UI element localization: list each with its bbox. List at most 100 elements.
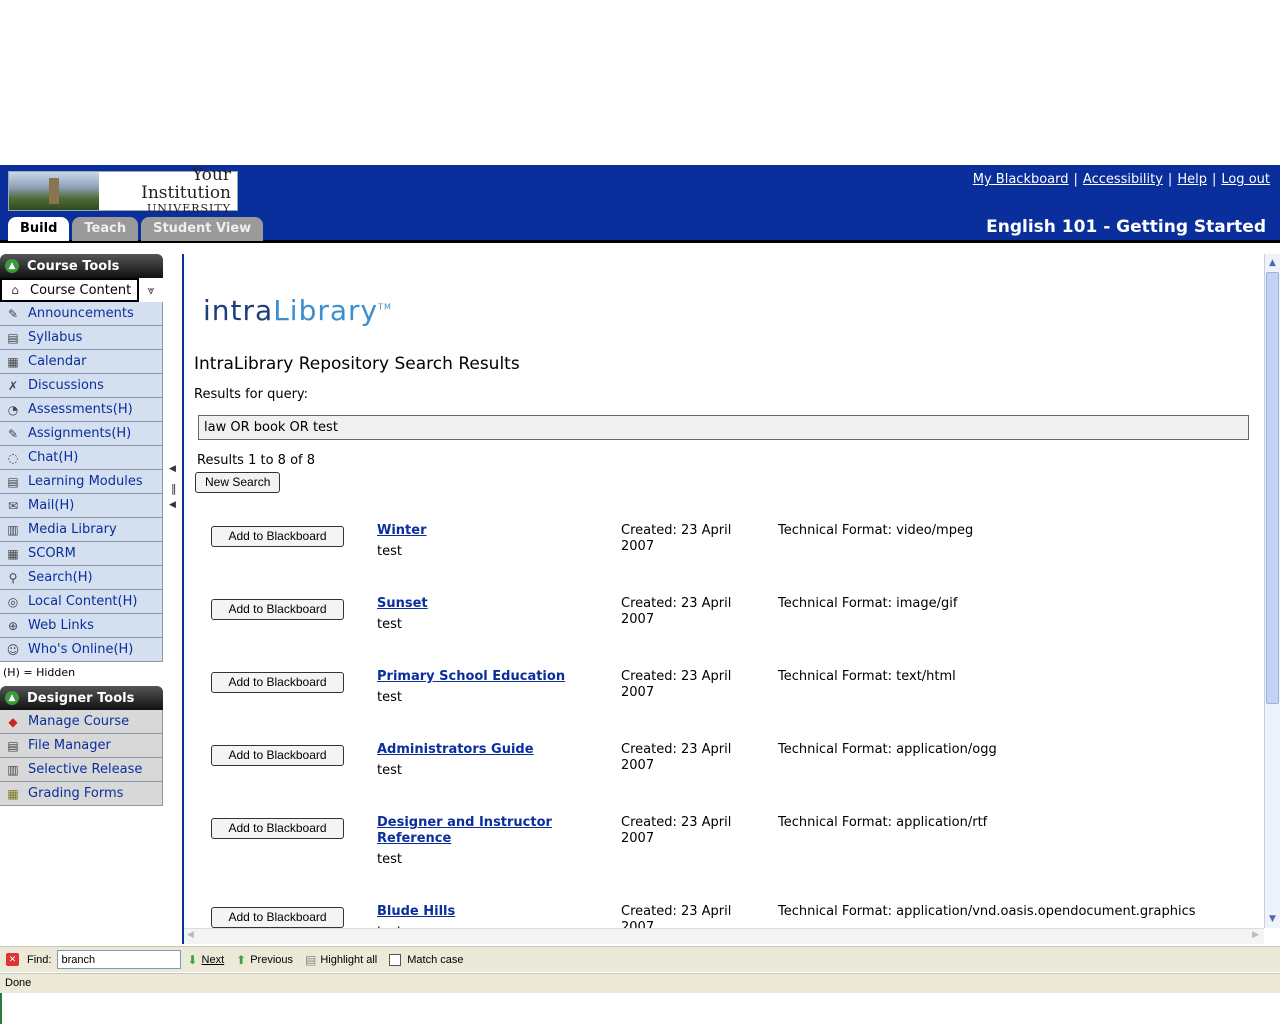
result-technical-format: Technical Format: application/rtf [778,815,988,830]
result-created-date: Created: 23 April 2007 [621,596,732,627]
blank-area [0,0,1280,165]
tab-build[interactable]: Build [8,217,70,241]
sidebar-item-label: Assessments(H) [28,402,133,417]
result-technical-format: Technical Format: video/mpeg [778,523,974,538]
course-tools-header[interactable]: ▲ Course Tools [0,254,163,278]
checkbox-box[interactable] [389,953,402,966]
add-to-blackboard-button[interactable]: Add to Blackboard [211,599,344,620]
highlight-all-button[interactable]: ▤ Highlight all [305,953,377,967]
taskbar-edge [0,993,2,1024]
tab-student-view[interactable]: Student View [141,217,264,241]
collapse-left-icon[interactable]: ◀ [169,500,176,510]
vertical-scrollbar[interactable]: ▲ ▼ [1264,254,1280,928]
manage-icon: ◆ [8,714,18,729]
assessment-icon: ◔ [7,402,19,417]
result-title-link[interactable]: Primary School Education [377,669,587,685]
tab-teach[interactable]: Teach [72,217,139,241]
accessibility-link[interactable]: Accessibility [1083,172,1163,187]
new-search-button[interactable]: New Search [195,472,281,493]
logo-part-intra: intra [203,294,274,327]
designer-tools-header[interactable]: ▲ Designer Tools [0,686,163,710]
collapse-up-icon[interactable]: ▲ [5,691,19,705]
sidebar-item-label: SCORM [28,546,76,561]
result-count: Results 1 to 8 of 8 [197,453,315,468]
match-case-checkbox[interactable]: Match case [389,953,464,966]
sidebar-item-who-s-online[interactable]: ☺ Who's Online(H) [0,638,163,662]
designer-tools-list: ◆ Manage Course ▤ File Manager ▥ Selective Re… [0,710,163,806]
sidebar-item-local-content[interactable]: ◎ Local Content(H) [0,590,163,614]
sidebar-item-discussions[interactable]: ✗ Discussions [0,374,163,398]
sidebar-item-label: Announcements [28,306,134,321]
scroll-down-icon[interactable]: ▼ [1266,912,1279,926]
collapse-menu-icon[interactable]: ⩔ [139,278,163,302]
sidebar-item-media-library[interactable]: ▥ Media Library [0,518,163,542]
sidebar-item-label: Assignments(H) [28,426,132,441]
sidebar-item-label: Local Content(H) [28,594,138,609]
sidebar-item-web-links[interactable]: ⊕ Web Links [0,614,163,638]
highlight-all-label: Highlight all [320,953,378,966]
sidebar-item-mail[interactable]: ✉ Mail(H) [0,494,163,518]
add-to-blackboard-button[interactable]: Add to Blackboard [211,745,344,766]
sidebar-item-course-content[interactable]: ⌂ Course Content [0,278,139,302]
assignment-icon: ✎ [7,426,19,441]
sidebar-item-announcements[interactable]: ✎ Announcements [0,302,163,326]
collapse-left-icon[interactable]: ◀ [169,464,176,474]
logo-line2: UNIVERSITY [147,202,231,215]
sidebar-item-grading-forms[interactable]: ▦ Grading Forms [0,782,163,806]
sidebar-item-label: Web Links [28,618,94,633]
sidebar-item-assessments[interactable]: ◔ Assessments(H) [0,398,163,422]
find-next-button[interactable]: ⬇ Next [187,953,224,967]
course-tools-title: Course Tools [27,258,120,274]
collapse-up-icon[interactable]: ▲ [5,259,19,273]
calendar-icon: ▦ [7,354,19,369]
scroll-right-icon[interactable]: ▶ [1252,930,1259,940]
designer-tools-title: Designer Tools [27,690,135,706]
sidebar-divider[interactable]: ◀ ‖ ◀ [163,254,183,944]
sidebar-item-learning-modules[interactable]: ▤ Learning Modules [0,470,163,494]
logout-link[interactable]: Log out [1221,172,1270,187]
find-bar: ✕ Find: ⬇Next ⬆Previous ▤Highlight all M… [0,946,1280,972]
sidebar-item-file-manager[interactable]: ▤ File Manager [0,734,163,758]
sidebar-item-syllabus[interactable]: ▤ Syllabus [0,326,163,350]
sidebar-item-label: Calendar [28,354,87,369]
sidebar-item-chat[interactable]: ◌ Chat(H) [0,446,163,470]
logo-part-library: Library [273,294,379,327]
top-links: My Blackboard | Accessibility | Help | Log out [973,172,1270,187]
sidebar-item-manage-course[interactable]: ◆ Manage Course [0,710,163,734]
result-created-date: Created: 23 April 2007 [621,669,732,700]
my-blackboard-link[interactable]: My Blackboard [973,172,1069,187]
result-title-link[interactable]: Sunset [377,596,587,612]
result-created-date: Created: 23 April 2007 [621,742,732,773]
add-to-blackboard-button[interactable]: Add to Blackboard [211,526,344,547]
help-link[interactable]: Help [1177,172,1207,187]
sidebar-item-calendar[interactable]: ▦ Calendar [0,350,163,374]
result-title-link[interactable]: Winter [377,523,587,539]
release-icon: ▥ [7,762,19,777]
add-to-blackboard-button[interactable]: Add to Blackboard [211,907,344,928]
sidebar-item-search[interactable]: ⚲ Search(H) [0,566,163,590]
close-find-icon[interactable]: ✕ [6,953,19,966]
result-title-link[interactable]: Designer and Instructor Reference [377,815,587,847]
trademark: TM [378,302,392,312]
result-title-link[interactable]: Blude Hills [377,904,587,920]
find-input[interactable] [57,950,182,969]
sidebar-item-label: Manage Course [28,714,130,729]
scroll-up-icon[interactable]: ▲ [1266,256,1279,270]
page-title: IntraLibrary Repository Search Results [194,354,520,374]
match-case-label: Match case [407,953,464,966]
add-to-blackboard-button[interactable]: Add to Blackboard [211,818,344,839]
header: Your Institution UNIVERSITY My Blackboar… [0,165,1280,243]
horizontal-scrollbar[interactable]: ◀ ▶ [184,928,1264,944]
sidebar-item-assignments[interactable]: ✎ Assignments(H) [0,422,163,446]
pin-icon: ✗ [7,378,19,393]
find-previous-button[interactable]: ⬆ Previous [236,953,293,967]
scroll-left-icon[interactable]: ◀ [187,930,194,940]
drag-handle-icon[interactable]: ‖ [171,482,177,495]
result-title-link[interactable]: Administrators Guide [377,742,587,758]
scrollbar-thumb[interactable] [1266,272,1279,704]
institution-logo[interactable]: Your Institution UNIVERSITY [8,166,238,215]
add-to-blackboard-button[interactable]: Add to Blackboard [211,672,344,693]
highlight-icon: ▤ [305,952,317,967]
sidebar-item-selective-release[interactable]: ▥ Selective Release [0,758,163,782]
sidebar-item-scorm[interactable]: ▦ SCORM [0,542,163,566]
